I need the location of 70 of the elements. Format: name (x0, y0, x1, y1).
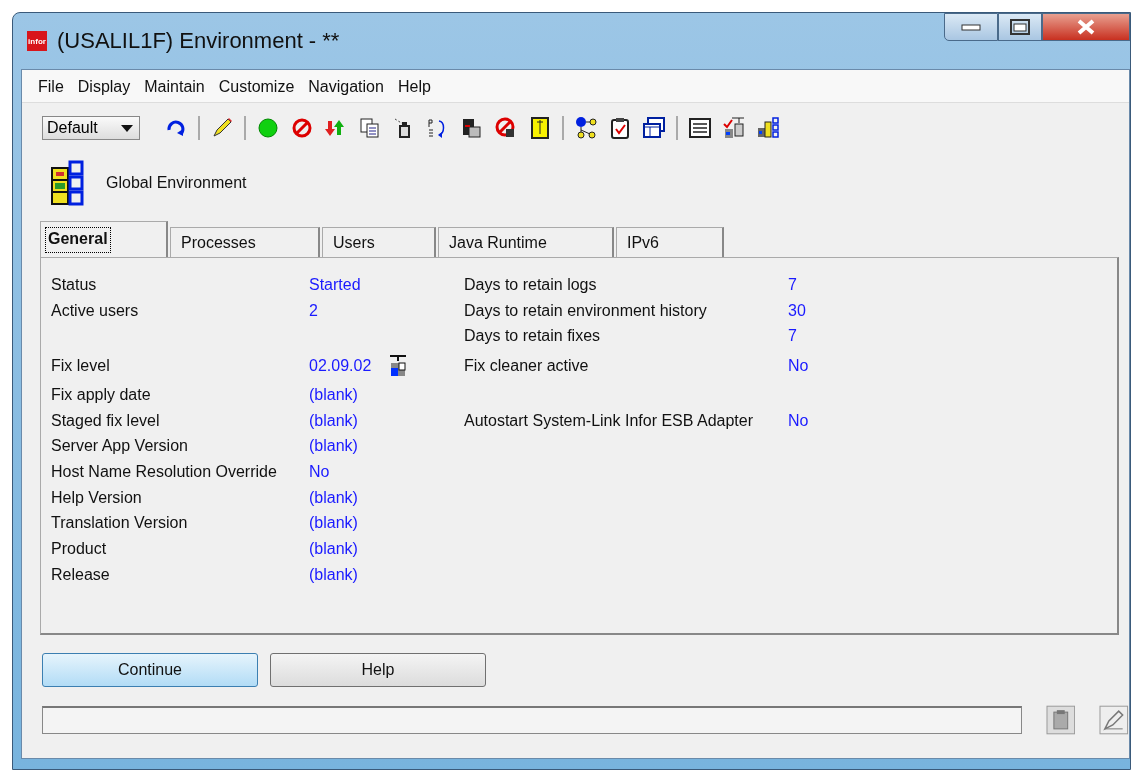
field-label: Release (51, 565, 111, 584)
blocks-icon[interactable] (756, 116, 780, 140)
environment-icon (50, 160, 84, 206)
view-dropdown[interactable]: Default (42, 116, 140, 140)
tree-icon[interactable] (574, 116, 598, 140)
minimize-icon (961, 23, 981, 31)
menu-item[interactable]: Help (391, 78, 439, 102)
field-value: (blank) (309, 488, 358, 507)
save-icon[interactable] (460, 116, 484, 140)
menu-item[interactable]: Customize (212, 78, 303, 102)
app-logo: infor (27, 31, 47, 51)
field-value: 30 (788, 301, 806, 320)
field-label: Translation Version (51, 514, 189, 533)
field-value: No (788, 356, 809, 375)
field-label: Fix level (51, 356, 111, 375)
tab[interactable]: Users (322, 227, 436, 257)
field-value: Started (309, 275, 361, 294)
edit-icon[interactable] (1099, 705, 1129, 735)
windows-icon[interactable] (642, 116, 666, 140)
field-label: Autostart System-Link Infor ESB Adapter (464, 411, 755, 430)
field-value: 7 (788, 275, 797, 294)
close-icon (1076, 19, 1096, 35)
clipboard-icon[interactable] (608, 116, 632, 140)
field-label: Status (51, 275, 98, 294)
field-value: (blank) (309, 565, 358, 584)
dialog-button[interactable]: Continue (42, 653, 258, 687)
field-value: 2 (309, 301, 318, 320)
close-button[interactable] (1042, 13, 1130, 41)
menu-item[interactable]: Display (71, 78, 139, 102)
field-value: (blank) (309, 514, 358, 533)
pencil-icon[interactable] (210, 116, 234, 140)
field-value: No (788, 411, 809, 430)
field-label: Staged fix level (51, 411, 161, 430)
field-value: (blank) (309, 385, 358, 404)
minimize-button[interactable] (944, 13, 998, 41)
stop-icon[interactable] (290, 116, 314, 140)
field-label: Days to retain environment history (464, 301, 708, 320)
tab[interactable]: General (40, 221, 168, 257)
list-icon[interactable] (688, 116, 712, 140)
tab[interactable]: Processes (170, 227, 320, 257)
tab[interactable]: Java Runtime (438, 227, 614, 257)
field-value: 7 (788, 327, 797, 346)
field-label: Active users (51, 301, 140, 320)
tab[interactable]: IPv6 (616, 227, 724, 257)
field-label: Help Version (51, 488, 143, 507)
transfer-icon[interactable] (722, 116, 746, 140)
maximize-button[interactable] (998, 13, 1042, 41)
field-label: Days to retain logs (464, 275, 598, 294)
window-title: (USALIL1F) Environment - ** (57, 28, 340, 54)
copy-icon[interactable] (358, 116, 382, 140)
field-label: Host Name Resolution Override (51, 462, 278, 481)
field-value: No (309, 462, 330, 481)
field-value: (blank) (309, 540, 358, 559)
field-label: Server App Version (51, 437, 189, 456)
circle-icon[interactable] (256, 116, 280, 140)
menu-item[interactable]: Navigation (302, 78, 392, 102)
field-value: (blank) (309, 437, 358, 456)
field-label: Product (51, 540, 108, 559)
menu-item[interactable]: Maintain (138, 78, 213, 102)
field-value: 02.09.02 (309, 356, 372, 375)
menu-item[interactable]: File (32, 78, 72, 102)
maximize-icon (1010, 19, 1030, 35)
environment-title: Global Environment (106, 174, 247, 192)
field-label: Fix apply date (51, 385, 152, 404)
dialog-button[interactable]: Help (270, 653, 486, 687)
field-value: (blank) (309, 411, 358, 430)
field-label: Fix cleaner active (464, 356, 590, 375)
caret-icon (121, 124, 133, 132)
field-label: Days to retain fixes (464, 327, 602, 346)
clipboard-icon[interactable] (1045, 705, 1076, 735)
